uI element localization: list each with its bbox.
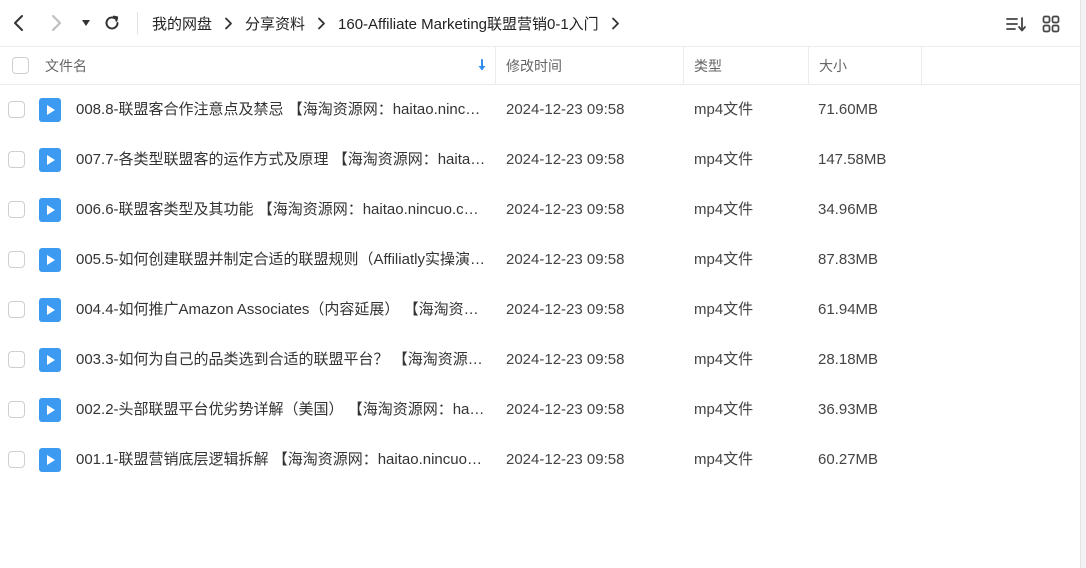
toolbar-divider bbox=[137, 12, 138, 34]
video-file-icon bbox=[39, 198, 61, 222]
column-header-type-label: 类型 bbox=[694, 57, 722, 74]
file-size: 71.60MB bbox=[818, 101, 879, 118]
file-modified-time: 2024-12-23 09:58 bbox=[506, 401, 625, 418]
file-name[interactable]: 001.1-联盟营销底层逻辑拆解 【海淘资源网：haitao.nincuo.co… bbox=[76, 435, 486, 485]
chevron-left-icon bbox=[14, 15, 23, 31]
column-header-size-label: 大小 bbox=[819, 57, 847, 74]
file-name[interactable]: 002.2-头部联盟平台优劣势详解（美国） 【海淘资源网：haitao.ninc… bbox=[76, 385, 486, 435]
file-row-checkbox[interactable] bbox=[8, 201, 25, 218]
file-size: 28.18MB bbox=[818, 351, 879, 368]
file-list-header: 文件名 修改时间 类型 大小 bbox=[0, 46, 1080, 85]
column-header-size[interactable]: 大小 bbox=[819, 47, 919, 84]
column-divider[interactable] bbox=[921, 47, 922, 84]
column-header-modified[interactable]: 修改时间 bbox=[506, 47, 682, 84]
file-row[interactable]: 005.5-如何创建联盟并制定合适的联盟规则（Affiliatly实操演示）【海… bbox=[0, 235, 1080, 285]
file-size: 87.83MB bbox=[818, 251, 879, 268]
file-type: mp4文件 bbox=[694, 151, 754, 168]
history-dropdown-button[interactable] bbox=[72, 9, 100, 37]
file-row-checkbox[interactable] bbox=[8, 251, 25, 268]
video-file-icon bbox=[39, 298, 61, 322]
column-divider[interactable] bbox=[495, 47, 496, 84]
file-type: mp4文件 bbox=[694, 251, 754, 268]
refresh-button[interactable] bbox=[98, 9, 126, 37]
file-size: 34.96MB bbox=[818, 201, 879, 218]
file-name[interactable]: 005.5-如何创建联盟并制定合适的联盟规则（Affiliatly实操演示）【海… bbox=[76, 235, 486, 285]
file-modified-time: 2024-12-23 09:58 bbox=[506, 301, 625, 318]
file-modified-time: 2024-12-23 09:58 bbox=[506, 351, 625, 368]
file-row[interactable]: 004.4-如何推广Amazon Associates（内容延展） 【海淘资源网… bbox=[0, 285, 1080, 335]
file-row[interactable]: 003.3-如何为自己的品类选到合适的联盟平台？ 【海淘资源网：haitao.n… bbox=[0, 335, 1080, 385]
file-type: mp4文件 bbox=[694, 401, 754, 418]
file-type: mp4文件 bbox=[694, 101, 754, 118]
file-modified-time: 2024-12-23 09:58 bbox=[506, 101, 625, 118]
file-row[interactable]: 002.2-头部联盟平台优劣势详解（美国） 【海淘资源网：haitao.ninc… bbox=[0, 385, 1080, 435]
video-file-icon bbox=[39, 448, 61, 472]
video-file-icon bbox=[39, 398, 61, 422]
file-row[interactable]: 007.7-各类型联盟客的运作方式及原理 【海淘资源网：haitao.nincu… bbox=[0, 135, 1080, 185]
file-type: mp4文件 bbox=[694, 301, 754, 318]
select-all-checkbox-cell bbox=[12, 47, 29, 84]
file-row-checkbox[interactable] bbox=[8, 151, 25, 168]
video-file-icon bbox=[39, 248, 61, 272]
window-edge bbox=[1080, 0, 1086, 568]
sort-button[interactable] bbox=[1003, 11, 1029, 37]
caret-down-icon bbox=[82, 20, 90, 26]
file-size: 36.93MB bbox=[818, 401, 879, 418]
file-type: mp4文件 bbox=[694, 451, 754, 468]
file-name[interactable]: 004.4-如何推广Amazon Associates（内容延展） 【海淘资源网… bbox=[76, 285, 486, 335]
column-divider[interactable] bbox=[808, 47, 809, 84]
chevron-right-icon bbox=[317, 17, 326, 30]
back-button[interactable] bbox=[5, 9, 33, 37]
column-header-modified-label: 修改时间 bbox=[506, 57, 562, 74]
file-row-checkbox[interactable] bbox=[8, 351, 25, 368]
video-file-icon bbox=[39, 148, 61, 172]
toolbar: 我的网盘 分享资料 160-Affiliate Marketing联盟营销0-1… bbox=[0, 0, 1086, 46]
file-name[interactable]: 007.7-各类型联盟客的运作方式及原理 【海淘资源网：haitao.nincu… bbox=[76, 135, 486, 185]
file-modified-time: 2024-12-23 09:58 bbox=[506, 451, 625, 468]
chevron-right-icon bbox=[224, 17, 233, 30]
file-row-checkbox[interactable] bbox=[8, 451, 25, 468]
file-row-checkbox[interactable] bbox=[8, 401, 25, 418]
breadcrumb-item-shared[interactable]: 分享资料 bbox=[245, 13, 305, 34]
chevron-right-icon[interactable] bbox=[611, 17, 620, 30]
file-row[interactable]: 008.8-联盟客合作注意点及禁忌 【海淘资源网：haitao.nincuo.c… bbox=[0, 85, 1080, 135]
column-header-name[interactable]: 文件名 bbox=[45, 47, 495, 84]
chevron-right-icon bbox=[52, 15, 61, 31]
file-modified-time: 2024-12-23 09:58 bbox=[506, 201, 625, 218]
view-mode-button[interactable] bbox=[1038, 11, 1064, 37]
grid-view-icon bbox=[1042, 15, 1060, 33]
video-file-icon bbox=[39, 98, 61, 122]
file-row-checkbox[interactable] bbox=[8, 301, 25, 318]
arrow-down-icon bbox=[478, 59, 486, 71]
refresh-icon bbox=[105, 15, 119, 30]
file-size: 61.94MB bbox=[818, 301, 879, 318]
breadcrumb-item-current-folder[interactable]: 160-Affiliate Marketing联盟营销0-1入门 bbox=[338, 13, 599, 34]
video-file-icon bbox=[39, 348, 61, 372]
file-size: 147.58MB bbox=[818, 151, 887, 168]
file-name[interactable]: 003.3-如何为自己的品类选到合适的联盟平台？ 【海淘资源网：haitao.n… bbox=[76, 335, 486, 385]
column-header-name-label: 文件名 bbox=[45, 57, 87, 74]
breadcrumb-item-my-drive[interactable]: 我的网盘 bbox=[152, 13, 212, 34]
file-size: 60.27MB bbox=[818, 451, 879, 468]
file-type: mp4文件 bbox=[694, 351, 754, 368]
file-row[interactable]: 006.6-联盟客类型及其功能 【海淘资源网：haitao.nincuo.com… bbox=[0, 185, 1080, 235]
column-header-type[interactable]: 类型 bbox=[694, 47, 806, 84]
breadcrumb: 我的网盘 分享资料 160-Affiliate Marketing联盟营销0-1… bbox=[152, 0, 632, 46]
forward-button[interactable] bbox=[42, 9, 70, 37]
file-row[interactable]: 001.1-联盟营销底层逻辑拆解 【海淘资源网：haitao.nincuo.co… bbox=[0, 435, 1080, 485]
file-modified-time: 2024-12-23 09:58 bbox=[506, 251, 625, 268]
sort-icon bbox=[1006, 17, 1026, 32]
column-divider[interactable] bbox=[683, 47, 684, 84]
file-name[interactable]: 006.6-联盟客类型及其功能 【海淘资源网：haitao.nincuo.com… bbox=[76, 185, 486, 235]
file-name[interactable]: 008.8-联盟客合作注意点及禁忌 【海淘资源网：haitao.nincuo.c… bbox=[76, 85, 486, 135]
file-list: 008.8-联盟客合作注意点及禁忌 【海淘资源网：haitao.nincuo.c… bbox=[0, 85, 1080, 485]
file-row-checkbox[interactable] bbox=[8, 101, 25, 118]
file-type: mp4文件 bbox=[694, 201, 754, 218]
select-all-checkbox[interactable] bbox=[12, 57, 29, 74]
file-modified-time: 2024-12-23 09:58 bbox=[506, 151, 625, 168]
